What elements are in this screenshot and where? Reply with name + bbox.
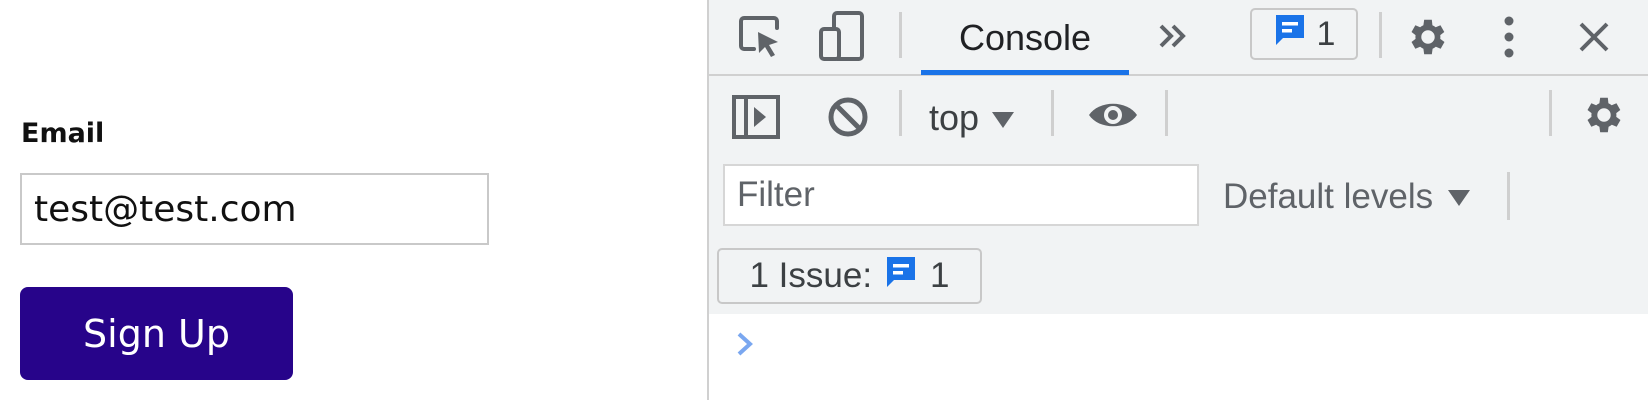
toolbar-divider [1507,172,1510,220]
active-tab-indicator [921,70,1129,75]
sign-up-button[interactable]: Sign Up [20,287,293,380]
console-output-area[interactable] [709,314,1648,400]
console-prompt-chevron-icon [735,330,757,363]
message-icon [884,254,918,299]
issues-counter-button[interactable]: 1 [1250,8,1358,60]
issues-counter-value: 1 [1316,14,1336,53]
dropdown-triangle-icon [991,97,1015,139]
devtools-panel: Console 1 top Filter Default levels 1 Is… [707,0,1648,400]
inspect-element-icon[interactable] [735,12,785,62]
dropdown-triangle-icon [1447,177,1471,217]
toolbar-divider [1379,12,1382,58]
devtools-tab-bar: Console 1 [709,0,1648,76]
settings-gear-icon[interactable] [1403,12,1453,62]
sidebar-toggle-icon[interactable] [731,92,781,142]
email-field[interactable] [20,173,489,245]
toolbar-divider [1051,90,1054,136]
console-settings-gear-icon[interactable] [1579,90,1629,140]
email-label: Email [21,118,105,149]
toolbar-divider [1549,90,1552,136]
device-toolbar-icon[interactable] [817,10,867,64]
log-levels-dropdown[interactable]: Default levels [1223,172,1471,222]
context-value: top [929,97,980,138]
more-options-icon[interactable] [1491,12,1527,62]
chevron-double-right-icon[interactable] [1149,16,1197,56]
message-icon [1273,12,1307,57]
issues-label: 1 Issue: [749,256,873,295]
issues-button[interactable]: 1 Issue: 1 [717,248,982,304]
clear-console-icon[interactable] [823,92,873,142]
live-expression-eye-icon[interactable] [1083,90,1143,140]
tab-console[interactable]: Console [921,0,1129,76]
web-page: Email Sign Up [0,0,707,400]
toolbar-divider [899,12,902,58]
issues-count: 1 [930,256,950,295]
close-icon[interactable] [1569,12,1619,62]
toolbar-divider [899,90,902,136]
toolbar-divider [1165,90,1168,136]
context-selector[interactable]: top [929,96,1015,140]
console-filter-input[interactable] [723,164,1199,226]
log-levels-label: Default levels [1223,177,1434,216]
console-toolbar: top [709,76,1648,160]
